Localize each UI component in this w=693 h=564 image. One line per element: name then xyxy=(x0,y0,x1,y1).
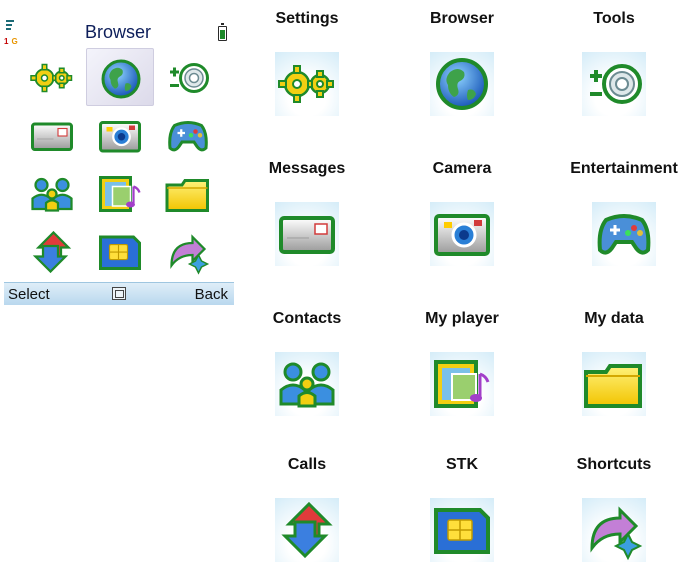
gamepad-icon xyxy=(164,112,212,160)
phone-screen: 1G Browser Select Back xyxy=(2,6,234,305)
softkey-bar: Select Back xyxy=(4,282,234,305)
legend-label: My player xyxy=(425,310,499,327)
legend-label: STK xyxy=(446,456,478,473)
menu-item-stk[interactable] xyxy=(86,222,154,280)
legend-item-entertainment: Entertainment xyxy=(559,160,689,266)
tools-icon xyxy=(164,54,212,102)
envelope-icon xyxy=(28,112,76,160)
people-icon xyxy=(28,170,76,218)
legend-item-shortcuts: Shortcuts xyxy=(549,456,679,562)
legend-label: Shortcuts xyxy=(576,456,652,473)
legend-label: Camera xyxy=(432,160,492,177)
menu-item-calls[interactable] xyxy=(18,222,86,280)
gears-icon xyxy=(28,54,76,102)
menu-item-shortcuts[interactable] xyxy=(154,222,222,280)
film-music-icon xyxy=(430,352,494,416)
legend-label: Settings xyxy=(275,10,339,27)
menu-item-my-data[interactable] xyxy=(154,164,222,222)
legend-item-messages: Messages xyxy=(242,160,372,266)
legend-item-browser: Browser xyxy=(397,10,527,116)
legend-item-my-player: My player xyxy=(397,310,527,416)
call-arrows-icon xyxy=(275,498,339,562)
sim-card-icon xyxy=(430,498,494,562)
shortcut-arrow-icon xyxy=(164,228,212,276)
menu-item-settings[interactable] xyxy=(18,48,86,106)
menu-item-tools[interactable] xyxy=(154,48,222,106)
folder-icon xyxy=(164,170,212,218)
menu-item-entertainment[interactable] xyxy=(154,106,222,164)
menu-key-icon[interactable] xyxy=(112,287,126,300)
legend-item-calls: Calls xyxy=(242,456,372,562)
folder-icon xyxy=(582,352,646,416)
sim-card-icon xyxy=(96,228,144,276)
film-music-icon xyxy=(96,170,144,218)
legend-item-stk: STK xyxy=(397,456,527,562)
legend-label: Messages xyxy=(268,160,346,177)
legend-label: My data xyxy=(584,310,644,327)
battery-icon xyxy=(218,23,227,41)
legend-item-camera: Camera xyxy=(397,160,527,266)
call-arrows-icon xyxy=(28,228,76,276)
menu-item-camera[interactable] xyxy=(86,106,154,164)
envelope-icon xyxy=(275,202,339,266)
legend-label: Browser xyxy=(429,10,495,27)
menu-item-contacts[interactable] xyxy=(18,164,86,222)
globe-icon xyxy=(430,52,494,116)
globe-icon xyxy=(97,55,145,103)
people-icon xyxy=(275,352,339,416)
gears-icon xyxy=(275,52,339,116)
legend-label: Contacts xyxy=(272,310,342,327)
menu-item-my-player[interactable] xyxy=(86,164,154,222)
menu-item-browser[interactable] xyxy=(86,48,154,106)
legend-item-contacts: Contacts xyxy=(242,310,372,416)
legend-item-tools: Tools xyxy=(549,10,679,116)
softkey-back[interactable]: Back xyxy=(195,286,228,303)
tools-icon xyxy=(582,52,646,116)
menu-item-messages[interactable] xyxy=(18,106,86,164)
legend-item-settings: Settings xyxy=(242,10,372,116)
gamepad-icon xyxy=(592,202,656,266)
shortcut-arrow-icon xyxy=(582,498,646,562)
softkey-select[interactable]: Select xyxy=(8,286,50,303)
status-bar: 1G Browser xyxy=(2,6,234,46)
legend-item-my-data: My data xyxy=(549,310,679,416)
camera-icon xyxy=(96,112,144,160)
legend-label: Entertainment xyxy=(570,160,678,177)
screen-title: Browser xyxy=(84,22,151,42)
camera-icon xyxy=(430,202,494,266)
legend-label: Tools xyxy=(593,10,635,27)
legend-label: Calls xyxy=(287,456,327,473)
